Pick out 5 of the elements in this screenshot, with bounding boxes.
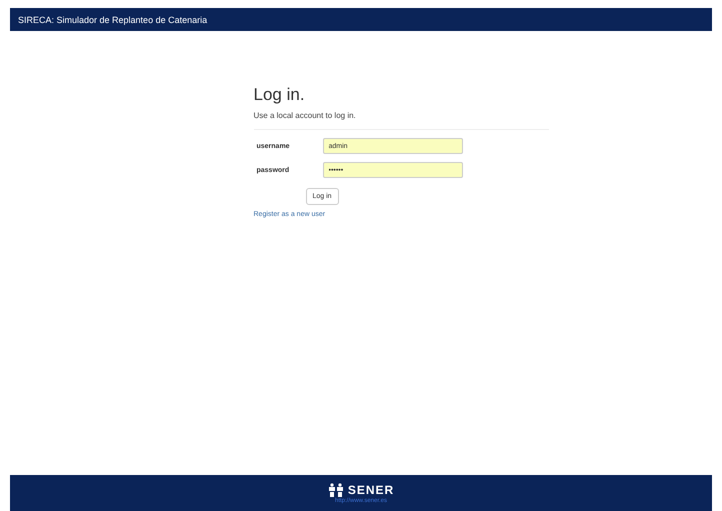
logo-text: SENER — [348, 482, 394, 496]
subtitle: Use a local account to log in. — [254, 111, 357, 120]
logo-icon — [328, 482, 344, 496]
page-heading: Log in. — [254, 85, 306, 105]
app-title: SIRECA: Simulador de Replanteo de Catenaria — [18, 14, 208, 24]
